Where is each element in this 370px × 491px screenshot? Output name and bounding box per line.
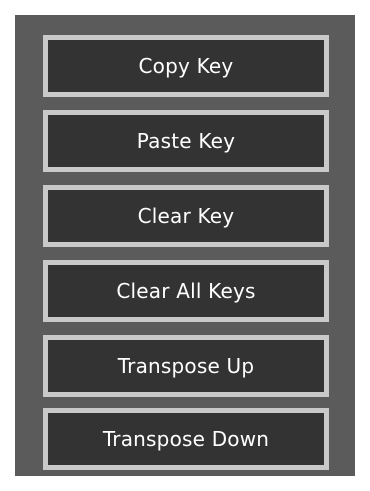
paste-key-label: Paste Key (136, 129, 236, 153)
copy-key-button[interactable]: Copy Key (43, 35, 329, 97)
transpose-up-button[interactable]: Transpose Up (43, 335, 329, 397)
copy-key-label: Copy Key (138, 54, 234, 78)
clear-key-label: Clear Key (137, 204, 235, 228)
clear-key-button[interactable]: Clear Key (43, 185, 329, 247)
transpose-down-label: Transpose Down (102, 427, 270, 451)
clear-all-keys-label: Clear All Keys (116, 279, 256, 303)
transpose-down-button[interactable]: Transpose Down (43, 408, 329, 470)
paste-key-button[interactable]: Paste Key (43, 110, 329, 172)
key-context-menu: Copy Key Paste Key Clear Key Clear All K… (15, 15, 355, 476)
transpose-up-label: Transpose Up (117, 354, 255, 378)
clear-all-keys-button[interactable]: Clear All Keys (43, 260, 329, 322)
